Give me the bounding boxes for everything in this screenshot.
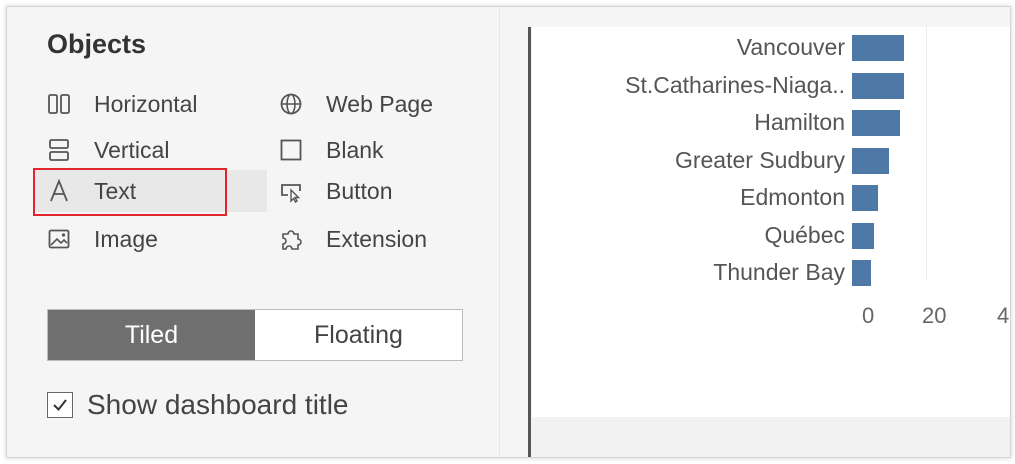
category-label: St.Catharines-Niaga.. [625,71,845,98]
object-web-page[interactable]: Web Page [279,83,433,125]
category-label: Vancouver [736,34,845,60]
checkmark-icon [53,399,67,412]
vertical-layout-icon [47,138,71,162]
object-vertical[interactable]: Vertical [47,129,169,171]
object-text[interactable]: Text [33,170,267,212]
object-extension-label: Extension [326,225,428,252]
bar-vancouver[interactable] [852,35,904,61]
show-title-checkbox[interactable] [47,392,73,418]
floating-button[interactable]: Floating [255,310,462,360]
object-blank-label: Blank [326,136,384,163]
object-blank[interactable]: Blank [279,129,384,171]
dashboard-window: Objects Horizontal Web Page Vertical Bla… [6,6,1011,458]
tiled-button[interactable]: Tiled [48,310,255,360]
objects-title: Objects [47,29,147,59]
globe-icon [279,92,303,116]
object-text-label: Text [94,177,137,204]
text-a-icon [47,179,71,203]
object-web-page-label: Web Page [326,90,433,117]
bar-hamilton[interactable] [852,110,901,136]
category-label: Greater Sudbury [674,146,845,173]
bar-greater-sudbury[interactable] [852,147,889,174]
button-cursor-icon [279,179,303,203]
category-label: Hamilton [754,109,845,135]
image-icon [47,227,71,251]
show-title-label: Show dashboard title [87,389,349,420]
object-button-label: Button [326,177,393,204]
bar-chart: Vancouver St.Catharines-Niaga.. Hamilton Gr… [532,27,1010,417]
category-label: Thunder Bay [713,259,845,285]
layout-toggle: Tiled Floating [47,309,463,361]
object-image[interactable]: Image [47,218,158,260]
x-tick-label: 4 [997,303,1010,328]
object-button[interactable]: Button [279,170,393,212]
x-tick-label: 0 [862,303,875,328]
bar-edmonton[interactable] [852,185,878,211]
object-horizontal[interactable]: Horizontal [47,83,198,125]
x-tick-label: 20 [922,303,947,328]
category-label: Québec [764,221,845,248]
blank-square-icon [279,138,303,162]
show-dashboard-title-option[interactable]: Show dashboard title [47,389,349,421]
horizontal-layout-icon [47,92,71,116]
canvas-divider [528,27,531,457]
puzzle-icon [279,227,303,251]
objects-panel: Objects Horizontal Web Page Vertical Bla… [7,7,500,457]
category-label: Edmonton [740,184,845,210]
bar-qu-bec[interactable] [852,222,875,249]
object-image-label: Image [94,225,158,252]
bar-thunder-bay[interactable] [852,260,871,286]
bar-st-catharines-niaga-[interactable] [852,72,904,99]
object-extension[interactable]: Extension [279,218,427,260]
gridline-20 [926,27,927,279]
canvas-bottom-strip [532,417,1010,457]
object-vertical-label: Vertical [94,136,170,163]
object-horizontal-label: Horizontal [94,90,198,117]
